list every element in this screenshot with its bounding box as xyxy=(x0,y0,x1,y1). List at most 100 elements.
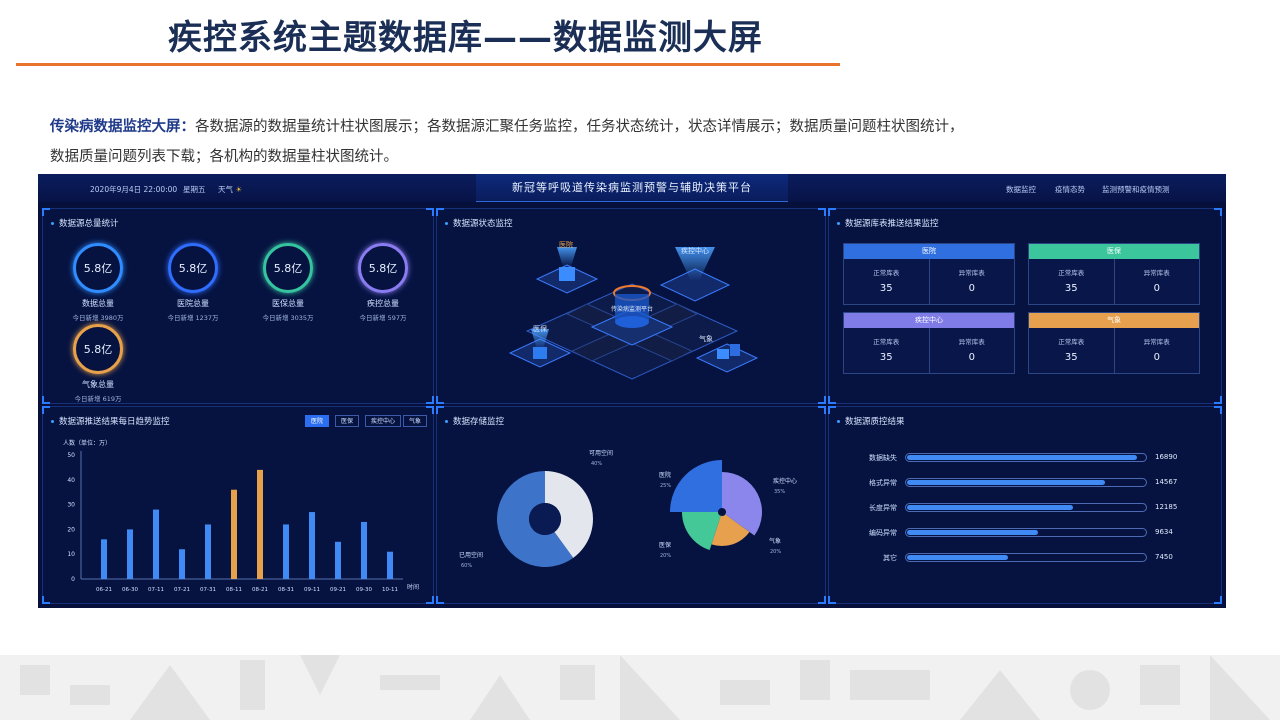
donut-pct: 60% xyxy=(461,563,472,569)
ring-sub: 今日新增 619万 xyxy=(74,395,122,403)
bar xyxy=(231,489,237,579)
panel-quality: 数据源质控结果 数据缺失 16890 格式异常 14567 长度异常 12185 编码异常 9… xyxy=(828,406,1222,604)
abnormal-label: 异常库表 xyxy=(958,338,985,346)
quality-value: 16890 xyxy=(1155,453,1178,461)
quality-bar xyxy=(907,530,1039,535)
panel-source-status: 数据源状态监控 医院 疾控中心 医保 气象 传染病监测平台 xyxy=(436,208,826,404)
bar xyxy=(153,509,159,579)
push-card: 气象 正常库表 35 异常库表 0 xyxy=(1028,312,1200,374)
ring-gauge: 5.8亿 xyxy=(168,243,218,293)
bar xyxy=(361,521,367,579)
y-tick-label: 30 xyxy=(67,502,75,509)
quality-label: 编码异常 xyxy=(869,529,897,537)
push-card: 医保 正常库表 35 异常库表 0 xyxy=(1028,243,1200,305)
nav-epidemic-status[interactable]: 疫情态势 xyxy=(1055,184,1085,195)
rose-pct: 20% xyxy=(770,549,781,555)
panel-corner xyxy=(42,396,50,404)
nav-warning-forecast[interactable]: 监测预警和疫情预测 xyxy=(1102,184,1170,195)
ring-label: 气象总量 xyxy=(82,380,114,389)
ring-value: 5.8亿 xyxy=(83,262,113,275)
dashboard-topbar: 2020年9月4日 22:00:00 星期五 天气 ☀ 新冠等呼吸道传染病监测预… xyxy=(38,174,1226,202)
bar xyxy=(283,524,289,579)
panel-corner xyxy=(1214,406,1222,414)
total-insurance: 5.8亿 医保总量 今日新增 3035万 xyxy=(243,243,333,322)
abnormal-col: 异常库表 0 xyxy=(1113,259,1200,305)
bar xyxy=(335,541,341,579)
description-heading: 传染病数据监控大屏： xyxy=(50,119,195,135)
quality-label: 格式异常 xyxy=(869,479,897,487)
panel-corner xyxy=(436,208,444,216)
bar xyxy=(101,539,107,579)
abnormal-label: 异常库表 xyxy=(1143,338,1170,346)
quality-label: 其它 xyxy=(883,554,897,562)
normal-label: 正常库表 xyxy=(873,269,900,277)
panel-corner xyxy=(426,406,434,414)
panel-corner xyxy=(436,596,444,604)
bar xyxy=(127,529,133,579)
panel-trend: 数据源推送结果每日趋势监控 医院 医保 疾控中心 气象 人数（单位：万） 0 10 2… xyxy=(42,406,434,604)
quality-value: 7450 xyxy=(1155,553,1173,561)
weekday: 星期五 xyxy=(183,185,206,194)
x-tick-label: 08-21 xyxy=(252,587,268,593)
panel-corner xyxy=(42,208,50,216)
rose-pct: 25% xyxy=(660,483,671,489)
panel-corner xyxy=(1214,396,1222,404)
ring-sub: 今日新增 597万 xyxy=(359,314,407,322)
slide-description: 传染病数据监控大屏：各数据源的数据量统计柱状图展示；各数据源汇聚任务监控，任务状… xyxy=(50,112,1080,172)
x-tick-label: 09-21 xyxy=(330,587,346,593)
donut-pct: 40% xyxy=(591,461,602,467)
panel-corner xyxy=(1214,208,1222,216)
panel-title: 数据源总量统计 xyxy=(51,217,119,229)
rose-pct: 35% xyxy=(774,489,785,495)
nav-data-monitor[interactable]: 数据监控 xyxy=(1006,184,1036,195)
quality-row: 其它 7450 xyxy=(859,551,1179,565)
quality-label: 数据缺失 xyxy=(869,454,897,462)
ring-label: 医院总量 xyxy=(177,299,209,308)
push-card-title: 医保 xyxy=(1029,244,1199,259)
quality-track xyxy=(905,528,1147,537)
bar xyxy=(205,524,211,579)
panel-corner xyxy=(436,406,444,414)
push-card-title: 医院 xyxy=(844,244,1014,259)
ring-label: 疾控总量 xyxy=(367,299,399,308)
ring-gauge: 5.8亿 xyxy=(263,243,313,293)
panel-corner xyxy=(1214,596,1222,604)
ring-sub: 今日新增 3980万 xyxy=(72,314,124,322)
ring-label: 数据总量 xyxy=(82,299,114,308)
panel-source-totals: 数据源总量统计 5.8亿 数据总量 今日新增 3980万 5.8亿 医院总量 今… xyxy=(42,208,434,404)
rose-label: 疾控中心 xyxy=(773,477,797,485)
storage-charts: 可用空间 40% 已用空间 60% 医院 25% 疾控中心 35% 气象 20% 医保 20% xyxy=(459,449,797,569)
quality-value: 9634 xyxy=(1155,528,1173,536)
weather-label: 天气 xyxy=(218,185,233,194)
x-tick-label: 07-11 xyxy=(148,587,164,593)
status-label-center: 传染病监测平台 xyxy=(611,305,653,313)
quality-row: 数据缺失 16890 xyxy=(859,451,1179,465)
rose-slice xyxy=(670,460,722,512)
ring-sub: 今日新增 3035万 xyxy=(262,314,314,322)
slide-title: 疾控系统主题数据库——数据监测大屏 xyxy=(168,18,763,58)
push-card-title: 气象 xyxy=(1029,313,1199,328)
quality-track xyxy=(905,553,1147,562)
x-tick-label: 07-21 xyxy=(174,587,190,593)
trend-bar-chart: 人数（单位：万） 0 10 20 30 40 50 06-21 06-30 07-11 07-21 0… xyxy=(63,439,419,593)
panel-title: 数据源库表推送结果监控 xyxy=(837,217,939,229)
bar xyxy=(309,512,315,579)
x-tick-label: 09-30 xyxy=(356,587,372,593)
ring-gauge: 5.8亿 xyxy=(358,243,408,293)
abnormal-col: 异常库表 0 xyxy=(928,328,1015,374)
normal-value: 35 xyxy=(1064,352,1078,363)
quality-row: 长度异常 12185 xyxy=(859,501,1179,515)
bar xyxy=(387,551,393,579)
total-weather: 5.8亿 气象总量 今日新增 619万 xyxy=(53,324,143,403)
y-tick-label: 10 xyxy=(67,551,75,558)
description-line-1: 各数据源的数据量统计柱状图展示；各数据源汇聚任务监控，任务状态统计，状态详情展示… xyxy=(195,119,964,135)
quality-row: 格式异常 14567 xyxy=(859,476,1179,490)
ring-value: 5.8亿 xyxy=(368,262,398,275)
ring-value: 5.8亿 xyxy=(273,262,303,275)
normal-col: 正常库表 35 xyxy=(1029,259,1114,305)
rose-pct: 20% xyxy=(660,553,671,559)
quality-track xyxy=(905,503,1147,512)
panel-corner xyxy=(42,406,50,414)
ring-label: 医保总量 xyxy=(272,299,304,308)
abnormal-label: 异常库表 xyxy=(958,269,985,277)
